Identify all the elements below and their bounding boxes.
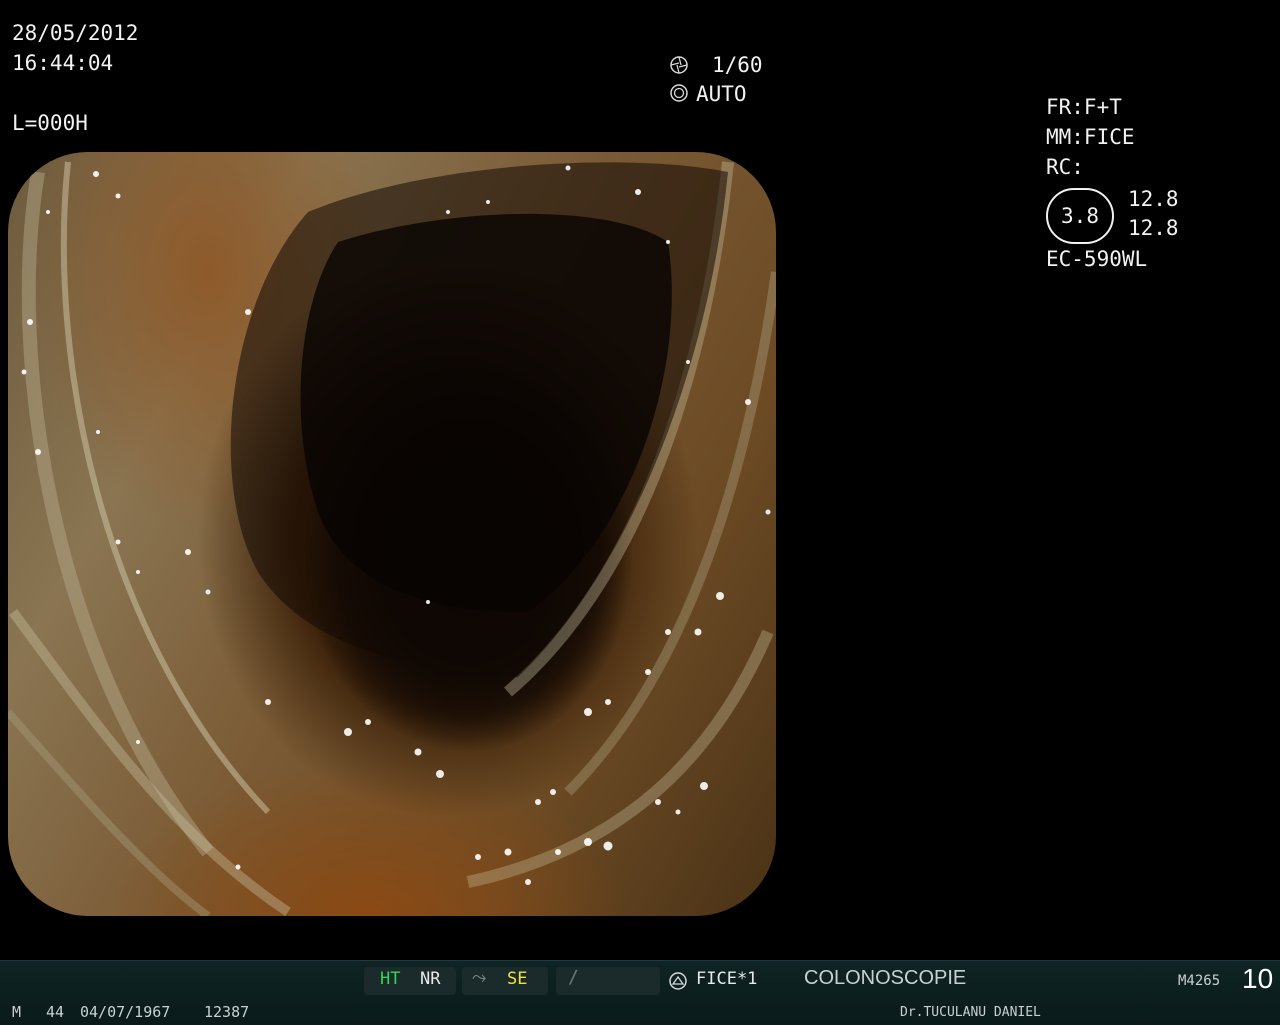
structure-icon: ⤳ xyxy=(472,967,487,988)
shutter-icon xyxy=(669,55,689,75)
se-indicator: SE xyxy=(507,969,528,989)
patient-sex: M xyxy=(12,1003,22,1021)
patient-age: 44 xyxy=(46,1003,65,1021)
iris-mode: AUTO xyxy=(696,82,747,106)
length-readout: L=000H xyxy=(12,111,88,135)
endoscopy-image xyxy=(8,152,776,916)
status-segment-ht-nr xyxy=(364,967,456,995)
rc-value-circle: 3.8 xyxy=(1046,188,1114,244)
code-label: M4265 xyxy=(1178,973,1221,989)
iris-icon xyxy=(669,83,689,103)
exam-time: 16:44:04 xyxy=(12,51,114,75)
nr-indicator: NR xyxy=(420,969,441,989)
gamma-icon: ∕ xyxy=(568,967,579,988)
ht-indicator: HT xyxy=(380,969,401,989)
fr-mode: FR:F+T xyxy=(1046,95,1122,119)
patient-id: 12387 xyxy=(204,1003,250,1021)
fice-icon xyxy=(668,971,688,991)
fice-indicator: FICE*1 xyxy=(696,969,758,989)
rc-right-bottom: 12.8 xyxy=(1128,216,1179,240)
status-bar: HT NR ⤳ SE ∕ FICE*1 COLONOSCOPIE M4265 1… xyxy=(0,960,1280,1025)
exam-date: 28/05/2012 xyxy=(12,21,139,45)
doctor-name: Dr.TUCULANU DANIEL xyxy=(900,1005,1041,1020)
procedure-name: COLONOSCOPIE xyxy=(804,967,967,989)
rc-label: RC: xyxy=(1046,155,1084,179)
shutter-speed: 1/60 xyxy=(712,53,763,77)
scope-model: EC-590WL xyxy=(1046,247,1148,271)
rc-value: 3.8 xyxy=(1061,204,1099,228)
rc-right-top: 12.8 xyxy=(1128,187,1179,211)
image-number: 10 xyxy=(1242,963,1274,994)
mm-mode: MM:FICE xyxy=(1046,125,1135,149)
patient-dob: 04/07/1967 xyxy=(80,1003,171,1021)
